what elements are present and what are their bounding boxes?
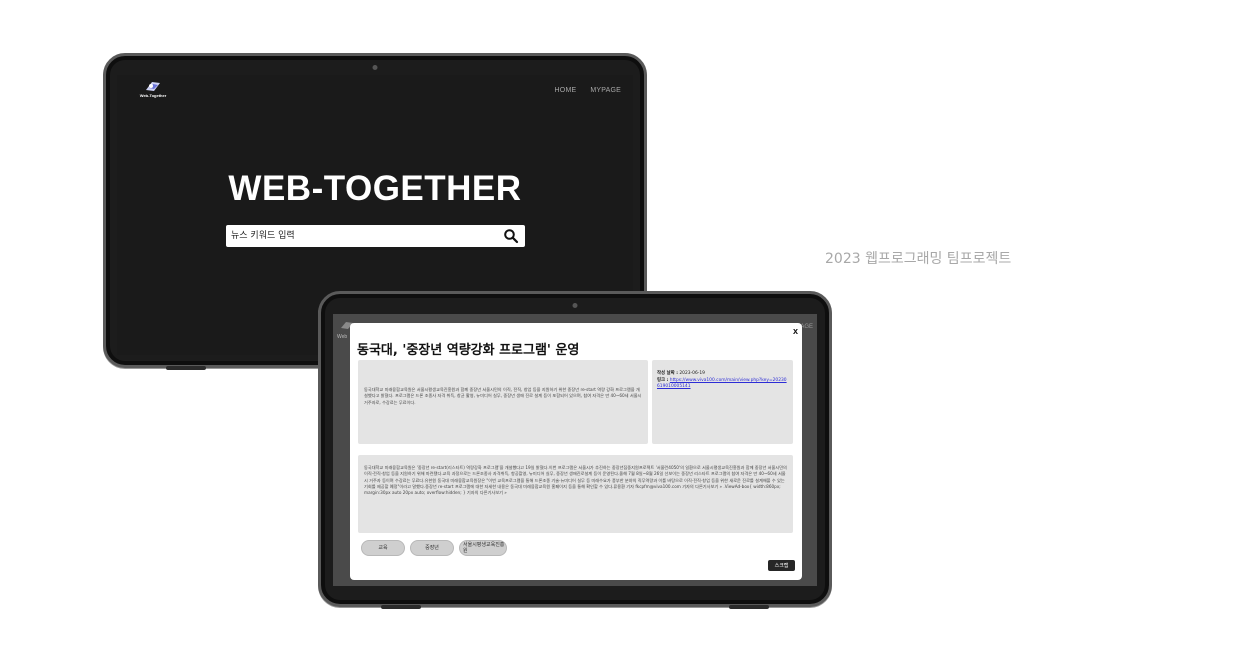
article-body-panel: 동국대학교 미래융합교육원은 '중장년 re-start(리스타트) 역량강화 … <box>358 455 793 533</box>
hero-title: WEB-TOGETHER <box>228 169 522 208</box>
scrap-button[interactable]: 스크랩 <box>768 560 795 571</box>
logo-text: Web-Together <box>139 93 167 98</box>
article-link[interactable]: https://www.viva100.com/main/view.php?ke… <box>657 378 787 390</box>
tag-middle-aged[interactable]: 중장년 <box>410 540 454 556</box>
background-nav-text: AGE <box>800 324 813 330</box>
news-detail-modal: x 동국대, '중장년 역량강화 프로그램' 운영 동국대학교 미래융합교육원은… <box>350 323 802 580</box>
nav-mypage-link[interactable]: MYPAGE <box>590 87 621 94</box>
camera-dot <box>372 65 378 70</box>
camera-dot <box>572 303 578 308</box>
top-nav: HOME MYPAGE <box>555 87 621 94</box>
search-icon[interactable] <box>503 228 519 244</box>
search-bar <box>226 225 525 247</box>
link-row: 링크 : https://www.viva100.com/main/view.p… <box>657 378 788 391</box>
project-caption: 2023 웹프로그래밍 팀프로젝트 <box>825 251 1012 267</box>
tablet-foot-left <box>381 605 421 609</box>
news-keyword-search-input[interactable] <box>226 225 496 247</box>
article-body: 동국대학교 미래융합교육원은 '중장년 re-start(리스타트) 역량강화 … <box>364 465 787 496</box>
svg-text:Web: Web <box>337 334 347 340</box>
date-label: 작성 날짜 : <box>657 371 678 376</box>
tag-education[interactable]: 교육 <box>361 540 405 556</box>
tablet-frame-modal: Web AGE x 동국대, '중장년 역량강화 프로그램' 운영 동국대학교 … <box>318 291 832 609</box>
summary-panel: 동국대학교 미래융합교육원은 서울시평생교육진흥원과 함께 중장년 서울시민의 … <box>358 360 648 444</box>
modal-screen: Web AGE x 동국대, '중장년 역량강화 프로그램' 운영 동국대학교 … <box>333 314 817 586</box>
site-logo[interactable]: Web-Together <box>131 80 175 98</box>
article-title: 동국대, '중장년 역량강화 프로그램' 운영 <box>357 343 580 358</box>
tablet-foot-right <box>729 605 769 609</box>
tag-list: 교육 중장년 서울시평생교육진흥원 <box>361 540 507 556</box>
link-label: 링크 : <box>657 377 669 383</box>
date-value: 2023-06-19 <box>679 371 705 376</box>
nav-home-link[interactable]: HOME <box>555 87 577 94</box>
tablet-foot-left <box>166 366 206 370</box>
tag-seoul-lifelong-education[interactable]: 서울시평생교육진흥원 <box>459 540 507 556</box>
meta-panel: 작성 날짜 : 2023-06-19 링크 : https://www.viva… <box>652 360 793 444</box>
logo-icon <box>146 82 160 91</box>
article-summary: 동국대학교 미래융합교육원은 서울시평생교육진흥원과 함께 중장년 서울시민의 … <box>364 387 642 405</box>
close-icon[interactable]: x <box>793 326 798 336</box>
